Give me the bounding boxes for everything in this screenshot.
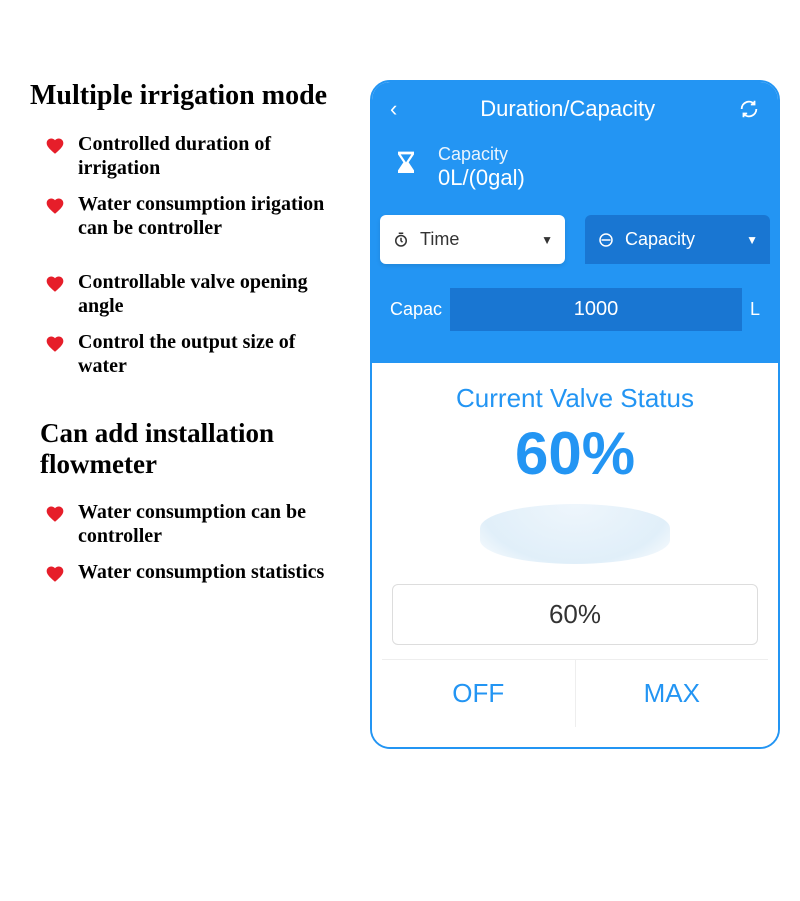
bullet-list-2: Water consumption can be controller Wate… xyxy=(30,500,340,589)
caret-down-icon: ▼ xyxy=(541,233,553,247)
bullet-text: Water consumption can be controller xyxy=(78,500,340,548)
heart-icon xyxy=(44,136,66,161)
bullet-text: Controlled duration of irrigation xyxy=(78,132,340,180)
bullet-text: Water consumption irigation can be contr… xyxy=(78,192,340,240)
heart-icon xyxy=(44,274,66,299)
bullet-text: Control the output size of water xyxy=(78,330,340,378)
heart-icon xyxy=(44,196,66,221)
capacity-value: 0L/(0gal) xyxy=(438,165,525,191)
heart-icon xyxy=(44,334,66,359)
capacity-label: Capacity xyxy=(438,144,525,165)
section-title-1: Multiple irrigation mode xyxy=(30,80,340,112)
tabs-row: Time ▼ Capacity ▼ xyxy=(372,209,778,264)
tab-label: Time xyxy=(420,229,531,250)
capacity-input-row: Capac L xyxy=(372,264,778,363)
header-title: Duration/Capacity xyxy=(480,96,655,122)
hourglass-icon xyxy=(390,147,422,188)
capacity-icon xyxy=(597,231,615,249)
bullet-item: Water consumption statistics xyxy=(30,560,340,589)
bullet-list-1: Controlled duration of irrigation Water … xyxy=(30,132,340,378)
tab-time[interactable]: Time ▼ xyxy=(380,215,565,264)
off-button[interactable]: OFF xyxy=(382,660,576,727)
slider-value[interactable]: 60% xyxy=(392,584,758,645)
max-button[interactable]: MAX xyxy=(576,660,769,727)
valve-dial-icon xyxy=(480,504,670,564)
capacity-row: Capacity 0L/(0gal) xyxy=(372,136,778,209)
bullet-item: Water consumption can be controller xyxy=(30,500,340,548)
tab-capacity[interactable]: Capacity ▼ xyxy=(585,215,770,264)
off-max-row: OFF MAX xyxy=(382,659,768,727)
heart-icon xyxy=(44,564,66,589)
phone-header: ‹ Duration/Capacity xyxy=(372,82,778,136)
bullet-item: Control the output size of water xyxy=(30,330,340,378)
caret-down-icon: ▼ xyxy=(746,233,758,247)
valve-percent: 60% xyxy=(382,424,768,484)
refresh-icon[interactable] xyxy=(738,98,760,120)
valve-section: Current Valve Status 60% 60% OFF MAX xyxy=(372,363,778,747)
bullet-item: Controllable valve opening angle xyxy=(30,270,340,318)
left-column: Multiple irrigation mode Controlled dura… xyxy=(30,80,350,749)
tab-label: Capacity xyxy=(625,229,736,250)
clock-icon xyxy=(392,231,410,249)
capacity-info: Capacity 0L/(0gal) xyxy=(438,144,525,191)
input-unit: L xyxy=(750,299,760,320)
bullet-item: Controlled duration of irrigation xyxy=(30,132,340,180)
bullet-text: Water consumption statistics xyxy=(78,560,324,584)
capacity-input[interactable] xyxy=(450,288,742,331)
input-label: Capac xyxy=(390,299,442,320)
section-title-2: Can add installation flowmeter xyxy=(30,418,340,480)
back-icon[interactable]: ‹ xyxy=(390,96,397,122)
bullet-item: Water consumption irigation can be contr… xyxy=(30,192,340,240)
phone-screen: ‹ Duration/Capacity Capacity 0L/(0gal) T… xyxy=(370,80,780,749)
heart-icon xyxy=(44,504,66,529)
bullet-text: Controllable valve opening angle xyxy=(78,270,340,318)
valve-title: Current Valve Status xyxy=(382,383,768,414)
